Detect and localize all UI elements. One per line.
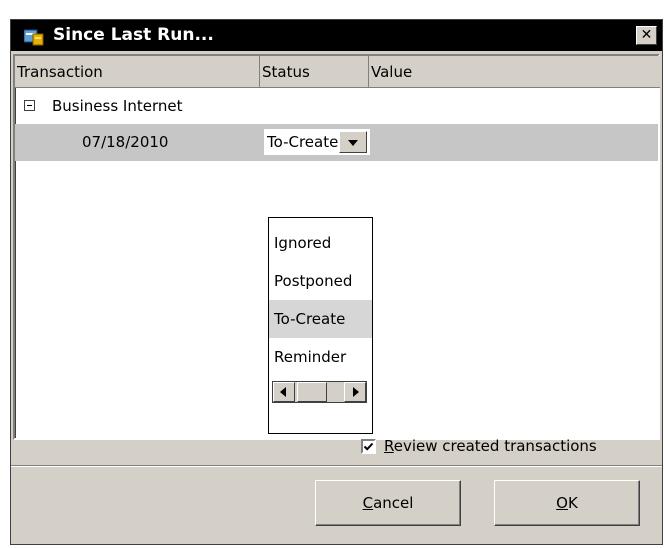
status-option-postponed[interactable]: Postponed: [269, 262, 372, 300]
scrollbar-thumb[interactable]: [297, 382, 327, 402]
transaction-date: 07/18/2010: [82, 133, 169, 151]
arrow-left-icon[interactable]: [273, 382, 295, 402]
status-option-ignored[interactable]: Ignored: [269, 224, 372, 262]
chevron-down-icon[interactable]: [339, 131, 367, 153]
ok-button[interactable]: OK: [494, 480, 640, 526]
tree-row-group[interactable]: Business Internet: [15, 88, 658, 124]
since-last-run-dialog: Since Last Run... ✕ Transaction Status V…: [10, 19, 663, 545]
status-dropdown-list[interactable]: Ignored Postponed To-Create Reminder: [268, 217, 373, 434]
group-label: Business Internet: [52, 97, 183, 115]
app-icon: [23, 28, 44, 46]
collapse-icon[interactable]: [24, 100, 35, 111]
column-header-value[interactable]: Value: [369, 56, 660, 88]
arrow-right-icon[interactable]: [344, 382, 366, 402]
cancel-button[interactable]: Cancel: [315, 480, 461, 526]
dialog-title: Since Last Run...: [53, 25, 214, 45]
cancel-label-rest: ancel: [373, 494, 414, 512]
column-header-status[interactable]: Status: [260, 56, 369, 88]
cancel-accel-key: C: [362, 494, 374, 512]
tree-row-transaction[interactable]: 07/18/2010 To-Create: [15, 124, 658, 161]
dropdown-horizontal-scrollbar[interactable]: [272, 381, 367, 403]
review-label-rest: eview created transactions: [393, 437, 597, 455]
review-label: Review created transactions: [384, 432, 597, 460]
title-bar: Since Last Run... ✕: [11, 20, 662, 51]
status-option-to-create[interactable]: To-Create: [269, 300, 372, 338]
ok-label-rest: K: [567, 494, 578, 512]
check-icon: [363, 442, 374, 451]
status-value[interactable]: To-Create: [267, 129, 339, 155]
column-header-transaction[interactable]: Transaction: [15, 56, 260, 88]
ok-accel-key: O: [556, 494, 568, 512]
close-button[interactable]: ✕: [636, 26, 657, 45]
close-icon: ✕: [640, 27, 653, 43]
checkbox-box[interactable]: [361, 439, 376, 454]
review-accel-key: R: [384, 437, 394, 455]
button-separator: [11, 465, 662, 467]
status-option-reminder[interactable]: Reminder: [269, 338, 372, 376]
status-combobox[interactable]: To-Create: [264, 129, 370, 155]
transaction-tree[interactable]: Transaction Status Value Business Intern…: [13, 54, 660, 440]
